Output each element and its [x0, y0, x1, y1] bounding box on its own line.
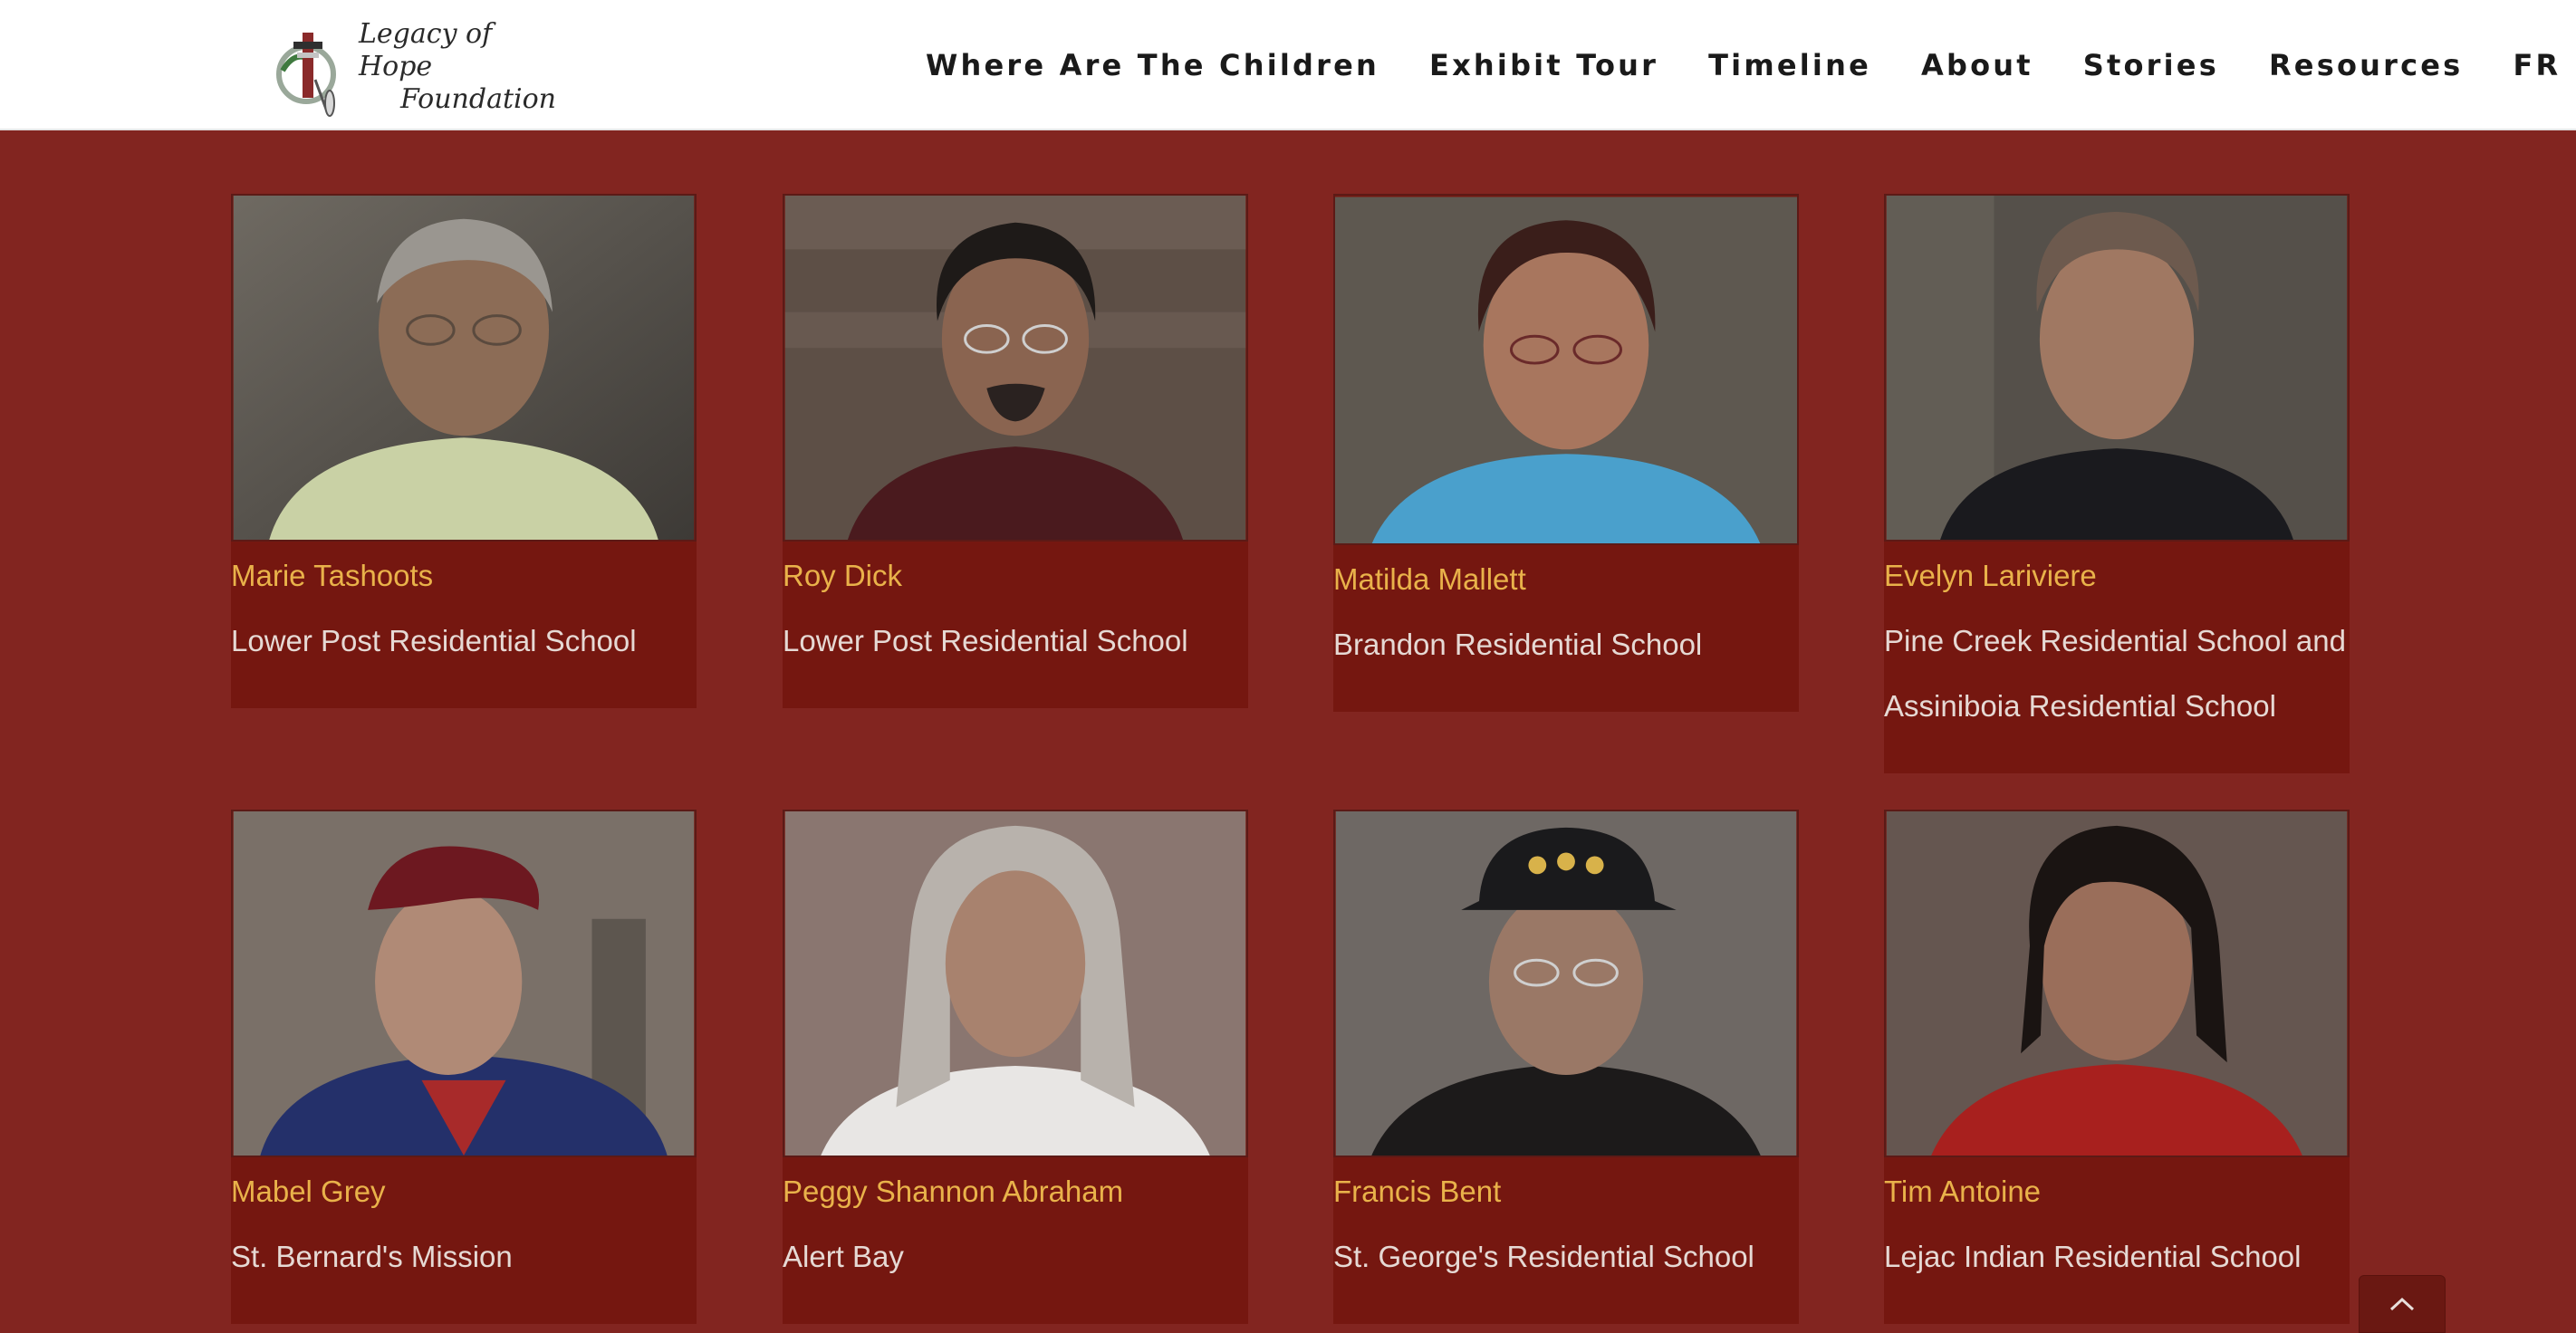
story-school: Lower Post Residential School	[231, 624, 637, 657]
chevron-up-icon	[2389, 1297, 2415, 1311]
portrait-photo[interactable]	[1884, 194, 2350, 542]
portrait-photo[interactable]	[231, 810, 697, 1157]
story-school: St. Bernard's Mission	[231, 1240, 513, 1273]
story-name[interactable]: Roy Dick	[783, 542, 1248, 594]
story-school: Lower Post Residential School	[783, 624, 1188, 657]
site-logo[interactable]: Legacy of Hope Foundation	[274, 16, 556, 118]
nav-lang-fr[interactable]: FR	[2513, 40, 2561, 91]
story-card[interactable]: Matilda Mallett Brandon Residential Scho…	[1333, 194, 1799, 712]
story-name[interactable]: Marie Tashoots	[231, 542, 697, 594]
story-card[interactable]: Tim Antoine Lejac Indian Residential Sch…	[1884, 810, 2350, 1324]
story-school: Lejac Indian Residential School	[1884, 1240, 2302, 1273]
portrait-photo[interactable]	[231, 194, 697, 542]
logo-line-1: Legacy of Hope	[359, 18, 493, 82]
logo-icon	[276, 33, 336, 117]
story-school: Pine Creek Residential School and Assini…	[1884, 624, 2346, 723]
story-card[interactable]: Peggy Shannon Abraham Alert Bay	[783, 810, 1248, 1324]
story-card[interactable]: Evelyn Lariviere Pine Creek Residential …	[1884, 194, 2350, 773]
story-school: Brandon Residential School	[1333, 628, 1703, 661]
story-card[interactable]: Mabel Grey St. Bernard's Mission	[231, 810, 697, 1324]
nav-timeline[interactable]: Timeline	[1708, 40, 1871, 91]
portrait-photo[interactable]	[1333, 810, 1799, 1157]
nav-exhibit-tour[interactable]: Exhibit Tour	[1429, 40, 1658, 91]
story-name[interactable]: Peggy Shannon Abraham	[783, 1157, 1248, 1210]
portrait-photo[interactable]	[1333, 194, 1799, 545]
portrait-photo[interactable]	[1884, 810, 2350, 1157]
main-nav: Where Are The Children Exhibit Tour Time…	[926, 40, 2576, 91]
story-school: St. George's Residential School	[1333, 1240, 1754, 1273]
portrait-photo[interactable]	[783, 194, 1248, 542]
story-card[interactable]: Francis Bent St. George's Residential Sc…	[1333, 810, 1799, 1324]
logo-wordmark: Legacy of Hope Foundation	[359, 18, 556, 116]
story-name[interactable]: Evelyn Lariviere	[1884, 542, 2350, 594]
story-name[interactable]: Mabel Grey	[231, 1157, 697, 1210]
back-to-top-button[interactable]	[2359, 1275, 2446, 1333]
nav-where-are-the-children[interactable]: Where Are The Children	[926, 40, 1379, 91]
story-card[interactable]: Marie Tashoots Lower Post Residential Sc…	[231, 194, 697, 708]
nav-stories[interactable]: Stories	[2083, 40, 2219, 91]
nav-about[interactable]: About	[1921, 40, 2033, 91]
story-school: Alert Bay	[783, 1240, 904, 1273]
logo-line-2: Foundation	[400, 83, 557, 115]
story-name[interactable]: Tim Antoine	[1884, 1157, 2350, 1210]
story-card[interactable]: Roy Dick Lower Post Residential School	[783, 194, 1248, 708]
nav-resources[interactable]: Resources	[2269, 40, 2463, 91]
portrait-photo[interactable]	[783, 810, 1248, 1157]
story-name[interactable]: Matilda Mallett	[1333, 545, 1799, 598]
site-header: Legacy of Hope Foundation Where Are The …	[0, 0, 2576, 130]
story-name[interactable]: Francis Bent	[1333, 1157, 1799, 1210]
